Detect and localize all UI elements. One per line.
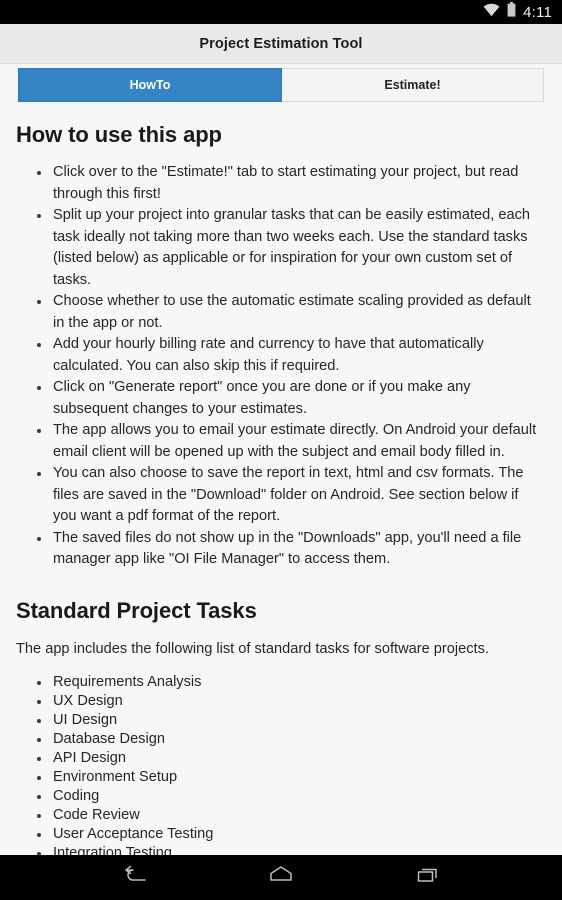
recents-icon	[415, 865, 441, 890]
app-window: 4:11 Project Estimation Tool HowTo Estim…	[0, 0, 562, 900]
nav-back-button[interactable]	[106, 855, 162, 900]
list-item: API Design	[16, 749, 546, 768]
tab-howto[interactable]: HowTo	[18, 68, 282, 102]
list-item: Requirements Analysis	[16, 673, 546, 692]
list-item: You can also choose to save the report i…	[16, 463, 546, 528]
standard-tasks-list: Requirements Analysis UX Design UI Desig…	[16, 673, 546, 855]
status-bar-icons: 4:11	[483, 2, 552, 22]
howto-bullet-list: Click over to the "Estimate!" tab to sta…	[16, 162, 546, 571]
battery-icon	[507, 2, 516, 22]
back-icon	[121, 865, 147, 890]
list-item: Choose whether to use the automatic esti…	[16, 291, 546, 334]
howto-heading: How to use this app	[16, 122, 222, 147]
list-item: Code Review	[16, 806, 546, 825]
standard-tasks-intro: The app includes the following list of s…	[16, 640, 489, 657]
tab-estimate[interactable]: Estimate!	[282, 68, 544, 102]
list-item: Click on "Generate report" once you are …	[16, 377, 546, 420]
content-scroll-area[interactable]: How to use this app Click over to the "E…	[0, 106, 562, 855]
list-item: Database Design	[16, 730, 546, 749]
list-item: UI Design	[16, 711, 546, 730]
list-item: Split up your project into granular task…	[16, 205, 546, 291]
android-nav-bar	[0, 855, 562, 900]
page-title: Project Estimation Tool	[199, 35, 363, 52]
list-item: User Acceptance Testing	[16, 825, 546, 844]
wifi-icon	[483, 3, 500, 22]
tab-bar: HowTo Estimate!	[0, 64, 562, 106]
list-item: Add your hourly billing rate and currenc…	[16, 334, 546, 377]
list-item: The saved files do not show up in the "D…	[16, 528, 546, 571]
home-icon	[268, 865, 294, 890]
list-item: Click over to the "Estimate!" tab to sta…	[16, 162, 546, 205]
nav-home-button[interactable]	[253, 855, 309, 900]
status-bar-clock: 4:11	[523, 3, 552, 21]
list-item: Integration Testing	[16, 844, 546, 855]
list-item: The app allows you to email your estimat…	[16, 420, 546, 463]
list-item: Environment Setup	[16, 768, 546, 787]
list-item: Coding	[16, 787, 546, 806]
android-status-bar: 4:11	[0, 0, 562, 24]
nav-recents-button[interactable]	[400, 855, 456, 900]
app-title-bar: Project Estimation Tool	[0, 24, 562, 64]
list-item: UX Design	[16, 692, 546, 711]
standard-tasks-heading: Standard Project Tasks	[16, 597, 257, 623]
